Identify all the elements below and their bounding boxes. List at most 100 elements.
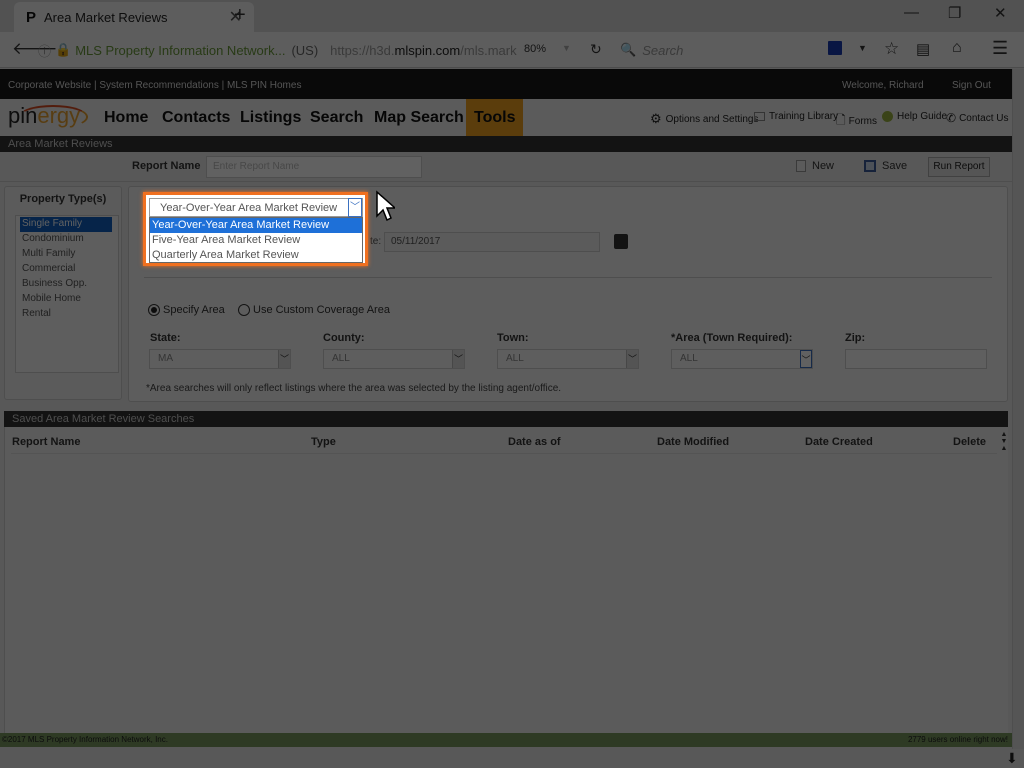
property-type-item[interactable]: Commercial: [16, 262, 118, 277]
property-type-item[interactable]: Condominium: [16, 232, 118, 247]
nav-home[interactable]: Home: [96, 99, 156, 136]
new-button[interactable]: New: [796, 160, 834, 172]
report-type-option[interactable]: Quarterly Area Market Review: [150, 248, 362, 263]
custom-coverage-label: Use Custom Coverage Area: [253, 304, 390, 316]
property-type-item[interactable]: Multi Family: [16, 247, 118, 262]
col-type[interactable]: Type: [311, 436, 336, 448]
chevron-down-icon[interactable]: ﹀: [348, 198, 362, 217]
col-report-name[interactable]: Report Name: [12, 436, 80, 448]
property-type-item[interactable]: Single Family: [20, 217, 112, 232]
restore-button[interactable]: ❐: [948, 4, 961, 22]
tab-strip: P Area Market Reviews ✕ + — ❐ ✕: [0, 0, 1024, 32]
property-types-panel: Property Type(s) Single Family Condomini…: [4, 186, 122, 400]
state-select[interactable]: MA ﹀: [149, 349, 291, 369]
main-nav: pinergy Home Contacts Listings Search Ma…: [0, 99, 1012, 136]
county-value: ALL: [332, 353, 350, 364]
pocket-dropdown-icon[interactable]: ▼: [858, 43, 867, 53]
footer: ©2017 MLS Property Information Network, …: [0, 733, 1012, 747]
reload-icon[interactable]: ↻: [590, 41, 602, 58]
browser-tab[interactable]: P Area Market Reviews ✕: [14, 2, 254, 32]
col-delete[interactable]: Delete: [953, 436, 986, 448]
copyright: ©2017 MLS Property Information Network, …: [2, 735, 168, 744]
save-page-icon[interactable]: [828, 41, 842, 55]
nav-map-search[interactable]: Map Search: [366, 99, 472, 136]
scroll-up-icon[interactable]: ▲: [999, 445, 1009, 452]
col-date-modified[interactable]: Date Modified: [657, 436, 729, 448]
chevron-down-icon: ﹀: [452, 350, 464, 368]
page-scrollbar[interactable]: [1012, 69, 1024, 749]
property-type-item[interactable]: Business Opp.: [16, 277, 118, 292]
floppy-icon: [864, 160, 876, 172]
town-select[interactable]: ALL ﹀: [497, 349, 639, 369]
forms-label: Forms: [848, 116, 877, 127]
forms-link[interactable]: 🗋 Forms: [836, 111, 877, 132]
specify-area-label: Specify Area: [163, 304, 225, 316]
help-icon: [882, 111, 893, 122]
report-type-highlight: Year-Over-Year Area Market Review ﹀ Year…: [143, 192, 368, 266]
site-topbar: Corporate Website | System Recommendatio…: [0, 69, 1012, 99]
menu-icon[interactable]: ☰: [992, 38, 1008, 59]
col-date-created[interactable]: Date Created: [805, 436, 873, 448]
property-type-item[interactable]: Mobile Home: [16, 292, 118, 307]
property-type-item[interactable]: Rental: [16, 307, 118, 322]
zip-input[interactable]: [845, 349, 987, 369]
bookmark-star-icon[interactable]: ☆: [884, 39, 899, 59]
report-type-select[interactable]: Year-Over-Year Area Market Review ﹀: [149, 198, 363, 217]
options-settings-link[interactable]: ⚙ Options and Settings: [650, 111, 759, 127]
report-name-label: Report Name: [132, 160, 201, 172]
property-types-list[interactable]: Single Family Condominium Multi Family C…: [15, 215, 119, 373]
minimize-button[interactable]: —: [904, 4, 919, 21]
training-library-link[interactable]: Training Library: [754, 111, 838, 122]
scroll-up-icon[interactable]: ▲: [999, 431, 1009, 438]
options-settings-label: Options and Settings: [665, 113, 759, 125]
nav-contacts[interactable]: Contacts: [154, 99, 238, 136]
scroll-down-icon[interactable]: ▼: [999, 438, 1009, 445]
url-path: /mls.mark: [460, 42, 517, 58]
corporate-links[interactable]: Corporate Website | System Recommendatio…: [8, 80, 301, 91]
report-type-option[interactable]: Five-Year Area Market Review: [150, 233, 362, 248]
window-close-button[interactable]: ✕: [994, 4, 1007, 22]
run-report-button[interactable]: Run Report: [928, 157, 990, 177]
town-label: Town:: [497, 332, 529, 344]
info-icon[interactable]: ⓘ: [38, 41, 51, 60]
zoom-level[interactable]: 80%: [524, 43, 546, 55]
zoom-dropdown-icon[interactable]: ▼: [562, 43, 571, 53]
nav-tools[interactable]: Tools: [466, 99, 524, 136]
date-label: te:: [370, 236, 382, 247]
browser-search-input[interactable]: 🔍 Search: [620, 37, 820, 63]
custom-coverage-radio[interactable]: Use Custom Coverage Area: [238, 304, 390, 316]
contact-us-link[interactable]: ✆ Contact Us: [946, 111, 1009, 125]
sign-out-link[interactable]: Sign Out: [952, 80, 991, 91]
pinergy-logo[interactable]: pinergy: [8, 103, 98, 131]
specify-area-radio[interactable]: Specify Area: [148, 304, 225, 316]
new-document-icon: [796, 160, 806, 172]
url-bar[interactable]: ⓘ 🔒 MLS Property Information Network... …: [38, 37, 578, 63]
area-select[interactable]: ALL ﹀: [671, 349, 813, 369]
lock-icon: 🔒: [55, 42, 72, 57]
calendar-icon[interactable]: [614, 234, 628, 249]
new-tab-button[interactable]: +: [234, 4, 246, 27]
reading-list-icon[interactable]: ▤: [916, 40, 930, 58]
nav-listings[interactable]: Listings: [232, 99, 309, 136]
site-region: (US): [291, 42, 319, 58]
contact-us-label: Contact Us: [959, 112, 1009, 124]
home-icon[interactable]: ⌂: [952, 39, 962, 57]
table-scrollbar[interactable]: ▲ ▼ ▲: [999, 431, 1009, 731]
logo-swoosh-icon: [18, 105, 88, 129]
nav-search[interactable]: Search: [302, 99, 371, 136]
date-input[interactable]: 05/11/2017: [384, 232, 600, 252]
radio-checked-icon: [148, 304, 160, 316]
users-online: 2779 users online right now!: [907, 735, 1008, 744]
report-type-value: Year-Over-Year Area Market Review: [160, 202, 338, 214]
col-date-as-of[interactable]: Date as of: [508, 436, 561, 448]
download-arrow-icon[interactable]: ⬇: [1006, 750, 1018, 767]
area-label: *Area (Town Required):: [671, 332, 793, 344]
report-type-options: Year-Over-Year Area Market Review Five-Y…: [149, 217, 363, 263]
save-button[interactable]: Save: [864, 160, 907, 172]
search-placeholder: Search: [642, 42, 684, 58]
county-select[interactable]: ALL ﹀: [323, 349, 465, 369]
report-type-option[interactable]: Year-Over-Year Area Market Review: [150, 218, 362, 233]
favicon-icon: P: [26, 8, 37, 26]
report-name-input[interactable]: Enter Report Name: [206, 156, 422, 178]
help-guide-link[interactable]: Help Guide: [882, 111, 947, 122]
